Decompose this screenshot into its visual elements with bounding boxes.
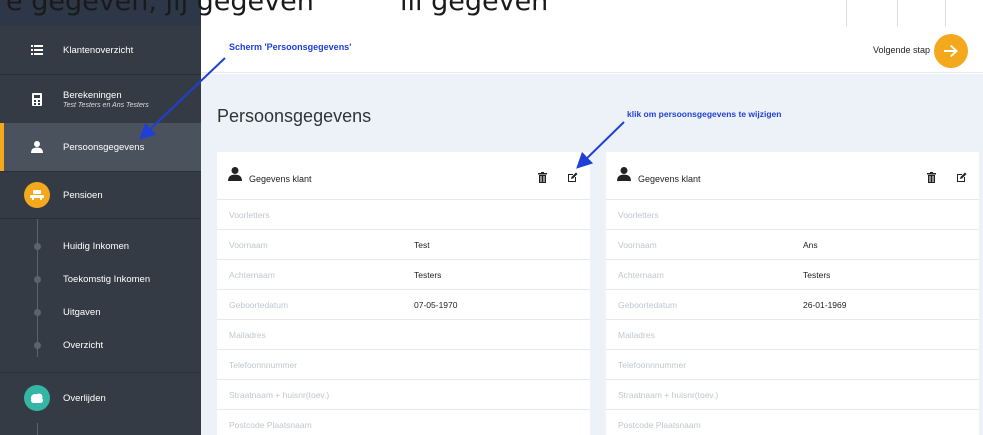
- timeline-dot: [34, 309, 41, 316]
- cloud-icon: [24, 385, 50, 411]
- edit-annotation: klik om persoonsgegevens te wijzigen: [627, 109, 782, 119]
- form-row: Postcode Plaatsnaam: [217, 410, 590, 435]
- person-icon: [228, 167, 242, 186]
- sidebar-item-label: Huidig Inkomen: [63, 240, 130, 252]
- field-value: Test: [414, 240, 430, 250]
- card-title: Gegevens klant: [249, 174, 312, 184]
- person-icon: [30, 140, 44, 154]
- form-row: Achternaam Testers: [217, 260, 590, 290]
- next-step-label: Volgende stap: [873, 45, 931, 55]
- form-row: Voorletters: [606, 200, 979, 230]
- field-label: Achternaam: [618, 270, 664, 280]
- form-row: Mailadres: [606, 320, 979, 350]
- timeline-dot: [34, 276, 41, 283]
- field-value: Ans: [803, 240, 818, 250]
- form-row: Straatnaam + huisnr(toev.): [217, 380, 590, 410]
- sidebar-item-label: Overzicht: [63, 339, 104, 351]
- form-row: Postcode Plaatsnaam: [606, 410, 979, 435]
- top-caption-left: e gegeven, jij gegeven: [6, 0, 314, 17]
- sidebar-item-label: Overlijden: [63, 392, 106, 404]
- field-value: 26-01-1969: [803, 300, 847, 310]
- field-label: Postcode Plaatsnaam: [618, 420, 701, 430]
- sidebar-item-overlijden[interactable]: Overlijden: [0, 373, 201, 423]
- field-label: Voorletters: [618, 210, 659, 220]
- card-header: Gegevens klant: [606, 152, 979, 200]
- screen-annotation: Scherm 'Persoonsgegevens': [229, 42, 352, 52]
- sidebar-item-label: Persoonsgegevens: [63, 141, 145, 153]
- main-content: Persoonsgegevens klik om persoonsgegeven…: [201, 74, 983, 435]
- form-row: Voorletters: [217, 200, 590, 230]
- form-row: Voornaam Ans: [606, 230, 979, 260]
- field-value: 07-05-1970: [414, 300, 458, 310]
- list-icon: [30, 43, 44, 57]
- sidebar-item-berekeningen[interactable]: Berekeningen Test Testers en Ans Testers: [0, 75, 201, 123]
- arrow-right-icon: [944, 41, 958, 62]
- sidebar: Klantenoverzicht Berekeningen Test Teste…: [0, 26, 201, 435]
- field-label: Straatnaam + huisnr(toev.): [229, 390, 330, 400]
- sidebar-item-label: Uitgaven: [63, 306, 101, 318]
- trash-icon[interactable]: [538, 170, 547, 188]
- field-label: Telefoonnnummer: [229, 360, 298, 370]
- form-row: Mailadres: [217, 320, 590, 350]
- sidebar-item-label: Pensioen: [63, 189, 103, 201]
- field-value: Testers: [803, 270, 831, 280]
- form-row: Straatnaam + huisnr(toev.): [606, 380, 979, 410]
- sidebar-item-overzicht[interactable]: Overzicht: [0, 330, 201, 360]
- sidebar-item-label: Toekomstig Inkomen: [63, 273, 151, 285]
- form-row: Telefoonnnummer: [217, 350, 590, 380]
- person-icon: [617, 167, 631, 186]
- sidebar-item-uitgaven[interactable]: Uitgaven: [0, 297, 201, 327]
- top-divider: [846, 0, 847, 26]
- calculator-icon: [30, 92, 44, 106]
- sidebar-item-title: Berekeningen: [63, 89, 122, 101]
- page-title: Persoonsgegevens: [217, 106, 372, 126]
- next-step-button[interactable]: [934, 34, 968, 68]
- edit-icon[interactable]: [956, 170, 967, 188]
- top-bar: Scherm 'Persoonsgegevens' Volgende stap: [201, 26, 983, 73]
- field-label: Voornaam: [229, 240, 268, 250]
- trash-icon[interactable]: [927, 170, 936, 188]
- form-row: Geboortedatum 26-01-1969: [606, 290, 979, 320]
- top-divider: [945, 0, 946, 26]
- sidebar-item-persoonsgegevens[interactable]: Persoonsgegevens: [0, 123, 201, 171]
- sidebar-item-toekomstig-inkomen[interactable]: Toekomstig Inkomen: [0, 264, 201, 294]
- partner-card: Gegevens klant Voorletters Voornaam Ans A…: [606, 152, 979, 435]
- field-label: Achternaam: [229, 270, 275, 280]
- field-label: Geboortedatum: [229, 300, 289, 310]
- sidebar-item-pensioen[interactable]: Pensioen: [0, 172, 201, 218]
- field-label: Telefoonnnummer: [618, 360, 687, 370]
- timeline-line: [37, 423, 38, 435]
- top-caption-right: iii gegeven: [400, 0, 549, 17]
- top-strip: e gegeven, jij gegeven iii gegeven: [0, 0, 983, 26]
- sidebar-item-label: Klantenoverzicht: [63, 44, 134, 56]
- edit-icon[interactable]: [567, 170, 578, 188]
- top-divider: [897, 0, 898, 26]
- form-row: Achternaam Testers: [606, 260, 979, 290]
- client-card: Gegevens klant Voorletters Voornaam Test …: [217, 152, 590, 435]
- sidebar-item-klantenoverzicht[interactable]: Klantenoverzicht: [0, 26, 201, 74]
- card-title: Gegevens klant: [638, 174, 701, 184]
- field-label: Voornaam: [618, 240, 657, 250]
- field-label: Mailadres: [229, 330, 266, 340]
- divider: [0, 218, 201, 219]
- field-value: Testers: [414, 270, 442, 280]
- card-header: Gegevens klant: [217, 152, 590, 200]
- timeline-dot: [34, 243, 41, 250]
- sidebar-item-huidig-inkomen[interactable]: Huidig Inkomen: [0, 231, 201, 261]
- field-label: Voorletters: [229, 210, 270, 220]
- form-row: Voornaam Test: [217, 230, 590, 260]
- form-row: Geboortedatum 07-05-1970: [217, 290, 590, 320]
- sidebar-item-subtitle: Test Testers en Ans Testers: [63, 101, 149, 109]
- timeline-dot: [34, 342, 41, 349]
- chair-icon: [24, 182, 50, 208]
- field-label: Postcode Plaatsnaam: [229, 420, 312, 430]
- field-label: Straatnaam + huisnr(toev.): [618, 390, 719, 400]
- field-label: Geboortedatum: [618, 300, 678, 310]
- field-label: Mailadres: [618, 330, 655, 340]
- sidebar-item-label: Berekeningen Test Testers en Ans Testers: [63, 90, 149, 109]
- form-row: Telefoonnnummer: [606, 350, 979, 380]
